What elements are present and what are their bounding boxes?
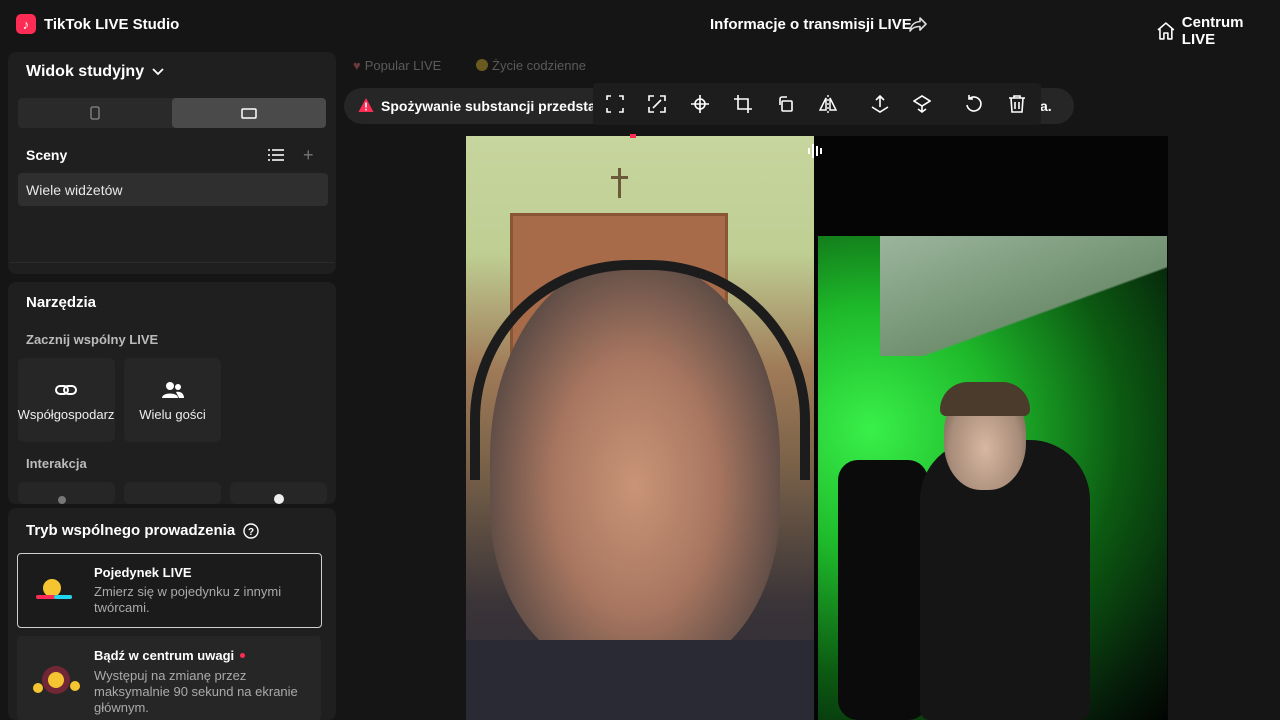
multi-guest-tile[interactable] bbox=[124, 358, 221, 442]
new-badge-dot bbox=[240, 653, 245, 658]
flip-horizontal-icon[interactable] bbox=[817, 93, 839, 115]
live-info-link[interactable]: Informacje o transmisji LIVE bbox=[710, 16, 912, 33]
selection-handle[interactable] bbox=[630, 134, 636, 138]
interaction-tile[interactable] bbox=[18, 482, 115, 504]
spotlight-title: Bądź w centrum uwagi bbox=[94, 648, 235, 663]
delete-icon[interactable] bbox=[1006, 93, 1028, 115]
heart-icon: ♥ bbox=[353, 57, 361, 73]
users-icon bbox=[162, 382, 184, 398]
tiktok-logo-icon: ♪ bbox=[16, 14, 36, 34]
tools-title: Narzędzia bbox=[26, 294, 97, 311]
fullscreen-icon[interactable] bbox=[646, 93, 668, 115]
interaction-tile[interactable] bbox=[230, 482, 327, 504]
host-shirt bbox=[466, 640, 814, 720]
centrum-live-button[interactable]: Centrum LIVE bbox=[1156, 14, 1280, 48]
interaction-tile[interactable] bbox=[124, 482, 221, 504]
chevron-down-icon bbox=[152, 68, 164, 76]
live-battle-title: Pojedynek LIVE bbox=[94, 565, 192, 580]
chip-label: Popular LIVE bbox=[364, 57, 442, 73]
divider bbox=[10, 262, 334, 271]
live-battle-desc: Zmierz się w pojedynku z innymi twórcami… bbox=[94, 584, 282, 615]
app-title: TikTok LIVE Studio bbox=[44, 16, 180, 33]
warning-text: Spożywanie substancji przedsta bbox=[381, 98, 596, 114]
help-icon[interactable]: ? bbox=[243, 522, 259, 539]
spotlight-desc: Występuj na zmianę przez maksymalnie 90 … bbox=[94, 668, 298, 715]
topic-chip[interactable]: Życie codzienne bbox=[476, 56, 586, 74]
guest-chair bbox=[838, 460, 928, 720]
scene-item-label: Wiele widżetów bbox=[26, 182, 123, 198]
multi-guest-label: Wielu gości bbox=[139, 407, 206, 422]
emoji-icon bbox=[476, 59, 488, 71]
top-bar bbox=[0, 0, 1280, 50]
cohost-section-label: Zacznij wspólny LIVE bbox=[26, 332, 159, 347]
cohost-tile[interactable] bbox=[18, 358, 115, 442]
phone-portrait-icon bbox=[90, 106, 100, 120]
portrait-mode-button[interactable] bbox=[18, 98, 172, 128]
video-cross bbox=[611, 176, 628, 179]
link-icon bbox=[55, 385, 77, 395]
audio-level-icon bbox=[808, 144, 822, 158]
share-icon[interactable] bbox=[908, 14, 928, 34]
interaction-label: Interakcja bbox=[26, 456, 87, 471]
rotate-icon[interactable] bbox=[775, 93, 797, 115]
battle-emoji-icon bbox=[36, 579, 72, 599]
layer-up-icon[interactable] bbox=[869, 93, 891, 115]
cohost-mode-title: Tryb wspólnego prowadzenia ? bbox=[26, 522, 259, 539]
list-icon[interactable] bbox=[268, 149, 284, 161]
studio-view-label: Widok studyjny bbox=[26, 63, 145, 80]
spotlight-emoji-icon bbox=[33, 666, 80, 694]
svg-text:?: ? bbox=[248, 527, 254, 538]
studio-panel bbox=[8, 52, 336, 274]
scenes-label: Sceny bbox=[26, 147, 68, 163]
landscape-icon bbox=[241, 107, 257, 119]
home-icon bbox=[1157, 22, 1175, 40]
center-icon[interactable] bbox=[689, 93, 711, 115]
topic-chip[interactable]: ♥ Popular LIVE bbox=[353, 56, 441, 74]
centrum-live-label: Centrum LIVE bbox=[1181, 14, 1244, 48]
guest-hair bbox=[940, 382, 1030, 416]
studio-view-dropdown[interactable]: Widok studyjny bbox=[26, 63, 164, 81]
fit-screen-icon[interactable] bbox=[604, 93, 626, 115]
cohost-label: Współgospodarz bbox=[17, 407, 115, 422]
undo-icon[interactable] bbox=[963, 93, 985, 115]
guest-video-ceiling bbox=[880, 236, 1167, 356]
layer-down-icon[interactable] bbox=[911, 93, 933, 115]
landscape-mode-button[interactable] bbox=[172, 98, 326, 128]
chip-label: Życie codzienne bbox=[492, 57, 586, 73]
cohost-mode-label: Tryb wspólnego prowadzenia bbox=[26, 522, 236, 539]
crop-icon[interactable] bbox=[732, 93, 754, 115]
add-scene-icon[interactable]: + bbox=[303, 146, 314, 164]
warning-text-tail: a. bbox=[1040, 98, 1052, 114]
video-cross bbox=[618, 168, 621, 198]
warning-icon bbox=[358, 98, 374, 112]
